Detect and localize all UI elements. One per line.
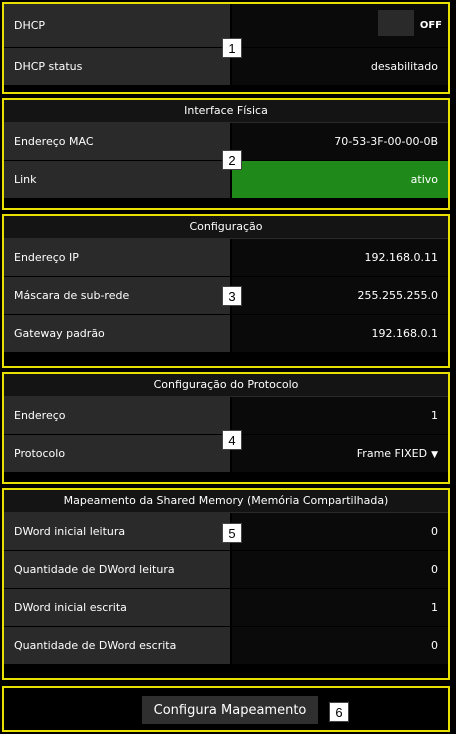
marker-1: 1 xyxy=(222,38,242,58)
read-start-value[interactable]: 0 xyxy=(232,513,448,550)
write-start-value[interactable]: 1 xyxy=(232,589,448,626)
dhcp-toggle-switch[interactable] xyxy=(378,10,414,36)
address-value[interactable]: 1 xyxy=(232,397,448,434)
gateway-value[interactable]: 192.168.0.1 xyxy=(232,315,448,352)
link-label: Link xyxy=(4,161,230,198)
physical-interface-title: Interface Física xyxy=(4,100,448,123)
dhcp-status-label: DHCP status xyxy=(4,48,230,85)
protocol-select[interactable]: Frame FIXED ▼ xyxy=(232,435,448,472)
write-qty-label: Quantidade de DWord escrita xyxy=(4,627,230,664)
marker-4: 4 xyxy=(222,430,242,450)
ip-value[interactable]: 192.168.0.11 xyxy=(232,239,448,276)
protocol-select-value: Frame FIXED xyxy=(356,447,428,460)
ip-label: Endereço IP xyxy=(4,239,230,276)
shared-memory-title: Mapeamento da Shared Memory (Memória Com… xyxy=(4,490,448,513)
read-qty-row: Quantidade de DWord leitura 0 xyxy=(4,551,448,589)
ip-config-title: Configuração xyxy=(4,216,448,239)
write-qty-row: Quantidade de DWord escrita 0 xyxy=(4,627,448,665)
marker-5: 5 xyxy=(222,523,242,543)
write-start-label: DWord inicial escrita xyxy=(4,589,230,626)
dhcp-label: DHCP xyxy=(4,4,230,47)
marker-6: 6 xyxy=(329,702,349,722)
chevron-down-icon: ▼ xyxy=(431,450,438,460)
marker-3: 3 xyxy=(222,286,242,306)
read-qty-label: Quantidade de DWord leitura xyxy=(4,551,230,588)
dhcp-status-value: desabilitado xyxy=(232,48,448,85)
configure-mapping-button[interactable]: Configura Mapeamento xyxy=(142,696,318,724)
shared-memory-panel: Mapeamento da Shared Memory (Memória Com… xyxy=(2,488,450,680)
read-start-label: DWord inicial leitura xyxy=(4,513,230,550)
protocol-label: Protocolo xyxy=(4,435,230,472)
action-panel: Configura Mapeamento xyxy=(2,686,450,732)
mac-label: Endereço MAC xyxy=(4,123,230,160)
gateway-label: Gateway padrão xyxy=(4,315,230,352)
mask-label: Máscara de sub-rede xyxy=(4,277,230,314)
protocol-config-title: Configuração do Protocolo xyxy=(4,374,448,397)
dhcp-toggle-cell[interactable]: OFF xyxy=(232,4,448,47)
address-label: Endereço xyxy=(4,397,230,434)
write-start-row: DWord inicial escrita 1 xyxy=(4,589,448,627)
mask-value[interactable]: 255.255.255.0 xyxy=(232,277,448,314)
gateway-row: Gateway padrão 192.168.0.1 xyxy=(4,315,448,353)
marker-2: 2 xyxy=(222,150,242,170)
write-qty-value[interactable]: 0 xyxy=(232,627,448,664)
mac-value: 70-53-3F-00-00-0B xyxy=(232,123,448,160)
read-qty-value[interactable]: 0 xyxy=(232,551,448,588)
link-status-value: ativo xyxy=(232,161,448,198)
dhcp-toggle-state: OFF xyxy=(419,20,442,31)
protocol-config-panel: Configuração do Protocolo Endereço 1 Pro… xyxy=(2,372,450,484)
ip-row: Endereço IP 192.168.0.11 xyxy=(4,239,448,277)
